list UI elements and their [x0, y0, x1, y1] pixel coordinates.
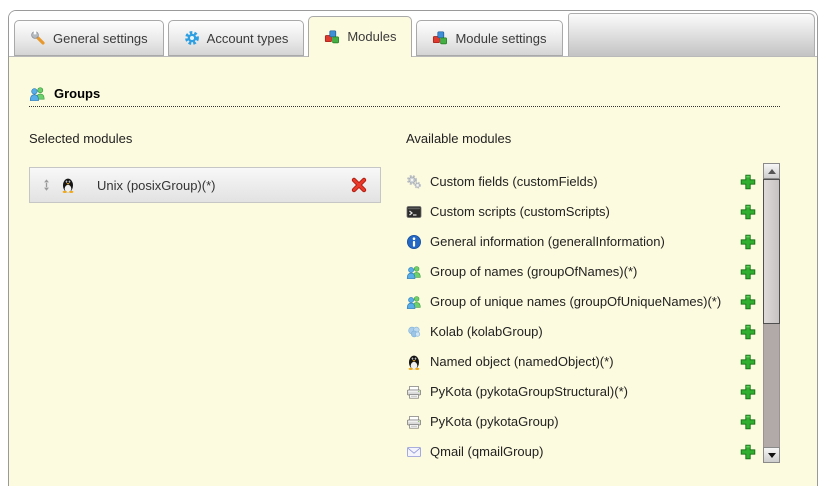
module-label: Group of names (groupOfNames)(*): [430, 264, 731, 280]
available-module-row: Group of unique names (groupOfUniqueName…: [406, 287, 758, 317]
plus-icon: [740, 384, 756, 400]
selected-modules-panel: Selected modules Unix (posixGroup)(*): [29, 131, 381, 467]
plus-icon: [740, 354, 756, 370]
printer-icon: [406, 414, 422, 430]
module-label: General information (generalInformation): [430, 234, 731, 250]
tab-bar: General settings Account types Modules M…: [9, 11, 817, 57]
tab-label: Modules: [347, 29, 396, 44]
printer-icon: [406, 384, 422, 400]
drag-handle-icon[interactable]: [40, 178, 53, 192]
arrow-up-icon: [768, 169, 776, 174]
plus-icon: [740, 174, 756, 190]
plus-icon: [740, 444, 756, 460]
module-label: Unix (posixGroup)(*): [97, 178, 350, 193]
tab-general-settings[interactable]: General settings: [14, 20, 164, 56]
module-label: Group of unique names (groupOfUniqueName…: [430, 294, 731, 310]
group-icon: [406, 294, 422, 310]
add-module-button[interactable]: [739, 384, 756, 401]
tux-icon: [406, 354, 422, 370]
tab-module-settings[interactable]: Module settings: [416, 20, 562, 56]
available-modules-label: Available modules: [406, 131, 780, 146]
add-module-button[interactable]: [739, 444, 756, 461]
available-module-row: Kolab (kolabGroup): [406, 317, 758, 347]
info-icon: [406, 234, 422, 250]
section-title: Groups: [54, 86, 100, 101]
kolab-icon: [406, 324, 422, 340]
module-label: PyKota (pykotaGroup): [430, 414, 731, 430]
available-module-row: Group of names (groupOfNames)(*): [406, 257, 758, 287]
tab-label: General settings: [53, 31, 148, 46]
selected-module-row: Unix (posixGroup)(*): [29, 167, 381, 203]
tab-account-types[interactable]: Account types: [168, 20, 305, 56]
available-module-row: Custom scripts (customScripts): [406, 197, 758, 227]
plus-icon: [740, 294, 756, 310]
available-module-row: Custom fields (customFields): [406, 167, 758, 197]
available-modules-list: Custom fields (customFields) Custom scri…: [406, 167, 758, 467]
modules-icon: [432, 30, 448, 46]
scrollbar-thumb[interactable]: [763, 179, 780, 324]
add-module-button[interactable]: [739, 324, 756, 341]
envelope-icon: [406, 444, 422, 460]
available-modules-panel: Available modules Custom fields (customF…: [406, 131, 780, 467]
modules-tab-content: Groups Selected modules Unix (posixGroup…: [9, 57, 817, 486]
module-label: Qmail (qmailGroup): [430, 444, 731, 460]
vertical-scrollbar[interactable]: [763, 163, 780, 463]
group-icon: [29, 85, 46, 102]
available-module-row: PyKota (pykotaGroupStructural)(*): [406, 377, 758, 407]
available-modules-area: Custom fields (customFields) Custom scri…: [406, 167, 780, 467]
add-module-button[interactable]: [739, 204, 756, 221]
available-module-row: Qmail (qmailGroup): [406, 437, 758, 467]
delete-icon: [351, 177, 367, 193]
terminal-icon: [406, 204, 422, 220]
add-module-button[interactable]: [739, 264, 756, 281]
module-label: PyKota (pykotaGroupStructural)(*): [430, 384, 731, 400]
scroll-down-button[interactable]: [763, 447, 780, 463]
plus-icon: [740, 234, 756, 250]
module-label: Kolab (kolabGroup): [430, 324, 731, 340]
group-icon: [406, 264, 422, 280]
available-module-row: Named object (namedObject)(*): [406, 347, 758, 377]
modules-icon: [324, 29, 340, 45]
scroll-up-button[interactable]: [763, 163, 780, 179]
modules-columns: Selected modules Unix (posixGroup)(*) Av…: [29, 131, 780, 467]
tab-label: Account types: [207, 31, 289, 46]
selected-modules-label: Selected modules: [29, 131, 381, 146]
tux-icon: [60, 177, 76, 193]
gears-icon: [406, 174, 422, 190]
available-module-row: General information (generalInformation): [406, 227, 758, 257]
wrench-icon: [30, 30, 46, 46]
gear-icon: [184, 30, 200, 46]
arrow-down-icon: [768, 453, 776, 458]
tab-label: Module settings: [455, 31, 546, 46]
tab-bar-filler: [568, 13, 815, 56]
add-module-button[interactable]: [739, 174, 756, 191]
plus-icon: [740, 264, 756, 280]
scrollbar-track[interactable]: [763, 179, 780, 447]
add-module-button[interactable]: [739, 234, 756, 251]
lam-config-window: General settings Account types Modules M…: [8, 10, 818, 486]
groups-section-header: Groups: [29, 85, 780, 107]
add-module-button[interactable]: [739, 294, 756, 311]
remove-module-button[interactable]: [350, 177, 367, 194]
add-module-button[interactable]: [739, 354, 756, 371]
tab-modules[interactable]: Modules: [308, 16, 412, 57]
module-label: Custom fields (customFields): [430, 174, 731, 190]
module-label: Named object (namedObject)(*): [430, 354, 731, 370]
plus-icon: [740, 414, 756, 430]
available-module-row: PyKota (pykotaGroup): [406, 407, 758, 437]
plus-icon: [740, 324, 756, 340]
module-label: Custom scripts (customScripts): [430, 204, 731, 220]
plus-icon: [740, 204, 756, 220]
add-module-button[interactable]: [739, 414, 756, 431]
